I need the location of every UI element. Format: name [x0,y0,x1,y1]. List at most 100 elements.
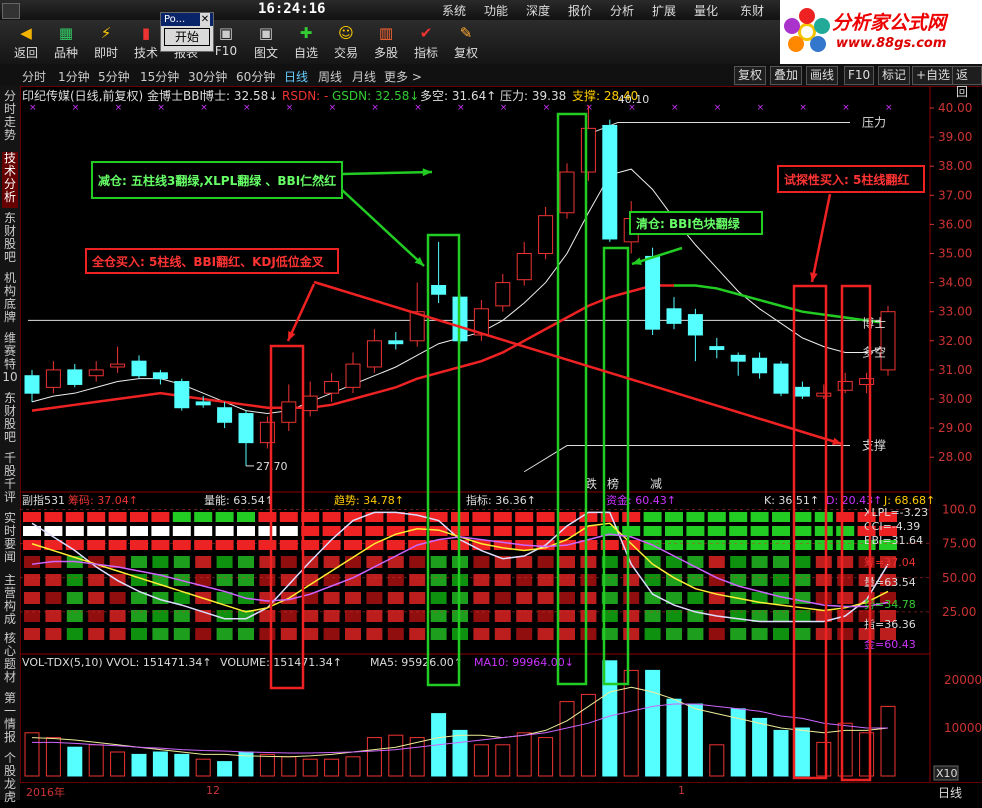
arrow-reduce-a-head [422,168,432,177]
signal-block [279,512,298,522]
top-menu-item[interactable]: 功能 [484,2,508,19]
menu-icon[interactable] [2,3,20,19]
volume-bar [687,703,703,777]
qushi-value: 趋势: 34.78↑ [334,494,404,507]
boshi-value: 博士: 32.58↓ [202,88,278,103]
signal-block [686,512,705,522]
right-button-3[interactable]: F10 [844,66,875,85]
right-button-5[interactable]: +自选 [912,66,955,85]
pillar-block [730,556,747,568]
left-tab-3[interactable]: 机构底牌 [2,272,18,328]
candle-body [174,381,190,409]
left-tab-7[interactable]: 实时要闻 [2,512,18,568]
pillar-block [152,556,169,568]
period-tab-3[interactable]: 15分钟 [140,68,179,85]
period-tab-5[interactable]: 60分钟 [236,68,275,85]
period-tab-0[interactable]: 分时 [22,68,46,85]
signal-block [108,512,127,522]
top-menu-item[interactable]: 东财 [740,2,764,19]
signal-block [279,540,298,550]
left-tab-9[interactable]: 核心题材 [2,632,18,688]
period-tab-7[interactable]: 周线 [318,68,342,85]
signal-block [750,540,769,550]
right-button-6[interactable]: 返回 [952,66,982,99]
left-tab-8[interactable]: 主营构成 [2,574,18,630]
signal-block [65,512,84,522]
signal-block [793,512,812,522]
top-menu-item[interactable]: 扩展 [652,2,676,19]
toolbar-button-0[interactable]: ◀ 返回 [6,22,46,61]
signal-block [65,526,84,536]
toolbar-button-1[interactable]: ▦ 品种 [46,22,86,61]
toolbar-button-10[interactable]: ✔ 指标 [406,22,446,61]
volume-bar [880,705,896,777]
pillar-block [409,574,426,586]
x-label-dec: 12 [206,784,220,797]
period-tab-2[interactable]: 5分钟 [98,68,130,85]
signal-block [622,526,641,536]
toolbar-button-2[interactable]: ⚡ 即时 [86,22,126,61]
right-button-2[interactable]: 画线 [806,66,839,85]
f10-doc-icon: ▣ [258,24,274,42]
signal-block [151,526,170,536]
pillar-block [366,592,383,604]
pillar-block [238,628,254,640]
annotation-full: 全仓买入: 5柱线、BBI翻红、KDJ低位金叉 [91,254,325,269]
pillar-block [430,574,447,586]
left-tab-5[interactable]: 东财股吧 [2,392,18,448]
left-tab-2[interactable]: 东财股吧 [2,212,18,268]
right-button-4[interactable]: 标记 [878,66,911,85]
toolbar-button-6[interactable]: ▣ 图文 [246,22,286,61]
toolbar-button-11[interactable]: ✎ 复权 [446,22,486,61]
signal-block [836,526,855,536]
price-tick-label: 29.00 [938,421,972,435]
period-tab-4[interactable]: 30分钟 [188,68,227,85]
pillar-block [559,574,575,586]
toolbar-button-8[interactable]: ☺ 交易 [326,22,366,61]
pillar-block [387,628,404,640]
period-tab-8[interactable]: 月线 [352,68,376,85]
pillar-block [751,556,768,568]
pillar-block [537,592,554,604]
pillar-block [195,556,212,568]
right-button-1[interactable]: 叠加 [770,66,803,85]
top-menu-item[interactable]: 系统 [442,2,466,19]
top-menu-item[interactable]: 量化 [694,2,718,19]
top-menu-item[interactable]: 分析 [610,2,634,19]
signal-block [686,526,705,536]
signal-block [237,540,255,550]
right-button-0[interactable]: 复权 [734,66,767,85]
left-tab-6[interactable]: 千股千评 [2,452,18,508]
period-tab-1[interactable]: 1分钟 [58,68,90,85]
pillar-block [88,610,105,622]
top-menu-item[interactable]: 深度 [526,2,550,19]
purple-marker: × [714,103,722,113]
left-tab-0[interactable]: 分时走势 [2,90,18,146]
left-tab-4[interactable]: 维赛特10 [2,332,18,388]
bottom-period-label: 日线 [938,786,963,800]
period-tab-9[interactable]: 更多 > [384,68,422,85]
volume-bar [324,758,340,777]
close-icon[interactable]: ✕ [200,13,210,26]
signal-block [493,526,512,536]
pillar-block [794,556,811,568]
period-tab-6[interactable]: 日线 [284,68,308,85]
candle-body [602,124,618,240]
signal-block [237,526,255,536]
support-label: 支撑 [862,438,886,453]
candle-body [302,395,318,412]
toolbar-button-7[interactable]: ✚ 自选 [286,22,326,61]
logo-text: 分析家公式网 [832,12,947,34]
signal-block [322,512,341,522]
signal-block [172,540,191,550]
top-menu-item[interactable]: 报价 [568,2,592,19]
start-button[interactable]: 开始 [164,28,210,46]
pillar-block [751,574,768,586]
vol-unit: X10 [936,767,958,780]
signal-block [108,526,127,536]
left-tab-10[interactable]: 第一情报 [2,692,18,748]
toolbar-button-9[interactable]: ▥ 多股 [366,22,406,61]
left-tab-1[interactable]: 技术分析 [2,152,18,208]
signal-block [258,540,277,550]
popup-window[interactable]: Po... ✕ 开始 [160,12,214,52]
